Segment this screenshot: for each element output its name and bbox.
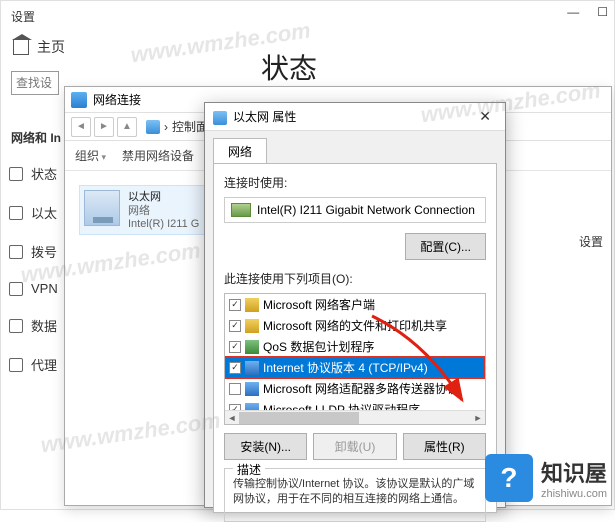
vpn-icon	[9, 282, 23, 296]
ethernet-connection-item[interactable]: 以太网 网络 Intel(R) I211 G	[79, 185, 209, 235]
net-icon	[245, 340, 259, 354]
connection-icon	[84, 190, 120, 226]
back-button[interactable]: ◄	[71, 117, 91, 137]
checkbox[interactable]	[229, 341, 241, 353]
checkbox[interactable]	[229, 320, 241, 332]
checkbox[interactable]	[229, 299, 241, 311]
protocol-item[interactable]: Microsoft 网络客户端	[225, 294, 485, 315]
checkbox[interactable]	[229, 362, 241, 374]
dialog-titlebar: 以太网 属性 ✕	[205, 103, 505, 131]
organize-menu[interactable]: 组织	[75, 147, 106, 164]
network-icon	[71, 92, 87, 108]
install-button[interactable]: 安装(N)...	[224, 433, 307, 460]
nav-item-data[interactable]: 数据	[1, 306, 71, 345]
settings-label-right: 设置	[579, 233, 603, 250]
zhishiwu-logo: ? 知识屋 zhishiwu.com	[485, 454, 607, 502]
description-group: 描述 传输控制协议/Internet 协议。该协议是默认的广域网协议，用于在不同…	[224, 468, 486, 522]
connection-network: 网络	[128, 204, 199, 217]
description-legend: 描述	[233, 461, 265, 478]
nav-item-status[interactable]: 状态	[1, 154, 71, 193]
nav-item-dialup[interactable]: 拨号	[1, 232, 71, 271]
checkbox[interactable]	[229, 425, 241, 426]
protocol-item[interactable]: Microsoft 网络适配器多路传送器协议	[225, 378, 485, 399]
protocol-label: Microsoft 网络客户端	[263, 296, 375, 313]
logo-text-en: zhishiwu.com	[541, 488, 607, 500]
configure-button[interactable]: 配置(C)...	[405, 233, 486, 260]
ethernet-icon	[9, 206, 23, 220]
protocol-list[interactable]: Microsoft 网络客户端 Microsoft 网络的文件和打印机共享 QoS …	[224, 293, 486, 425]
adapter-icon	[213, 111, 227, 125]
scroll-right-icon[interactable]: ►	[471, 411, 485, 425]
status-icon	[9, 167, 23, 181]
client-icon	[245, 298, 259, 312]
checkbox[interactable]	[229, 383, 241, 395]
nav-heading: 网络和 In	[1, 121, 71, 154]
horizontal-scrollbar[interactable]: ◄ ►	[225, 410, 485, 424]
protocol-item[interactable]: QoS 数据包计划程序	[225, 336, 485, 357]
scroll-thumb[interactable]	[239, 412, 359, 424]
description-text: 传输控制协议/Internet 协议。该协议是默认的广域网协议，用于在不同的相互…	[233, 477, 477, 508]
disable-device-button[interactable]: 禁用网络设备	[122, 147, 194, 164]
uninstall-button: 卸载(U)	[313, 433, 396, 460]
window-controls: — ☐	[567, 5, 608, 19]
status-heading: 状态	[261, 47, 317, 87]
dialup-icon	[9, 245, 23, 259]
adapter-box: Intel(R) I211 Gigabit Network Connection	[224, 197, 486, 223]
home-icon	[13, 39, 29, 55]
data-icon	[9, 319, 23, 333]
maximize-icon[interactable]: ☐	[597, 5, 608, 19]
tabstrip: 网络	[205, 131, 505, 163]
breadcrumb[interactable]: › 控制面	[146, 118, 208, 135]
connection-adapter: Intel(R) I211 G	[128, 217, 199, 230]
protocol-label: Microsoft 网络适配器多路传送器协议	[263, 380, 459, 397]
nav-item-vpn[interactable]: VPN	[1, 271, 71, 306]
client-icon	[245, 319, 259, 333]
connect-using-label: 连接时使用:	[224, 174, 486, 191]
connection-name: 以太网	[128, 190, 199, 204]
settings-titlebar: 设置 — ☐	[1, 1, 614, 31]
ethernet-properties-dialog: 以太网 属性 ✕ 网络 连接时使用: Intel(R) I211 Gigabit…	[204, 102, 506, 508]
controlpanel-icon	[146, 120, 160, 134]
protocol-item[interactable]: Internet 协议版本 4 (TCP/IPv4)	[225, 357, 485, 378]
nav-item-proxy[interactable]: 代理	[1, 345, 71, 384]
home-label: 主页	[37, 37, 65, 57]
button-row: 安装(N)... 卸载(U) 属性(R)	[224, 433, 486, 460]
up-button[interactable]: ▲	[117, 117, 137, 137]
tab-network[interactable]: 网络	[213, 138, 267, 164]
tcp-icon	[245, 382, 259, 396]
protocol-label: Microsoft 网络的文件和打印机共享	[263, 317, 447, 334]
properties-button[interactable]: 属性(R)	[403, 433, 486, 460]
dialog-title: 以太网 属性	[233, 110, 296, 124]
adapter-name: Intel(R) I211 Gigabit Network Connection	[257, 203, 475, 217]
tab-body: 连接时使用: Intel(R) I211 Gigabit Network Con…	[213, 163, 497, 513]
logo-text-cn: 知识屋	[541, 456, 607, 488]
minimize-icon[interactable]: —	[567, 5, 579, 19]
proxy-icon	[9, 358, 23, 372]
protocol-item[interactable]: Microsoft 网络的文件和打印机共享	[225, 315, 485, 336]
protocol-label: QoS 数据包计划程序	[263, 338, 374, 355]
connection-info: 以太网 网络 Intel(R) I211 G	[128, 190, 199, 230]
nav-item-ethernet[interactable]: 以太	[1, 193, 71, 232]
logo-icon: ?	[485, 454, 533, 502]
explorer-title: 网络连接	[93, 91, 141, 108]
forward-button[interactable]: ►	[94, 117, 114, 137]
protocol-label: Internet 协议版本 4 (TCP/IPv4)	[263, 359, 428, 376]
tcp-icon	[245, 361, 259, 375]
scroll-left-icon[interactable]: ◄	[225, 411, 239, 425]
close-button[interactable]: ✕	[473, 106, 497, 127]
nic-icon	[231, 203, 251, 217]
search-input[interactable]	[11, 71, 59, 95]
items-label: 此连接使用下列项目(O):	[224, 270, 486, 287]
settings-nav: 网络和 In 状态 以太 拨号 VPN 数据 代理	[1, 121, 71, 384]
settings-title: 设置	[11, 8, 35, 25]
